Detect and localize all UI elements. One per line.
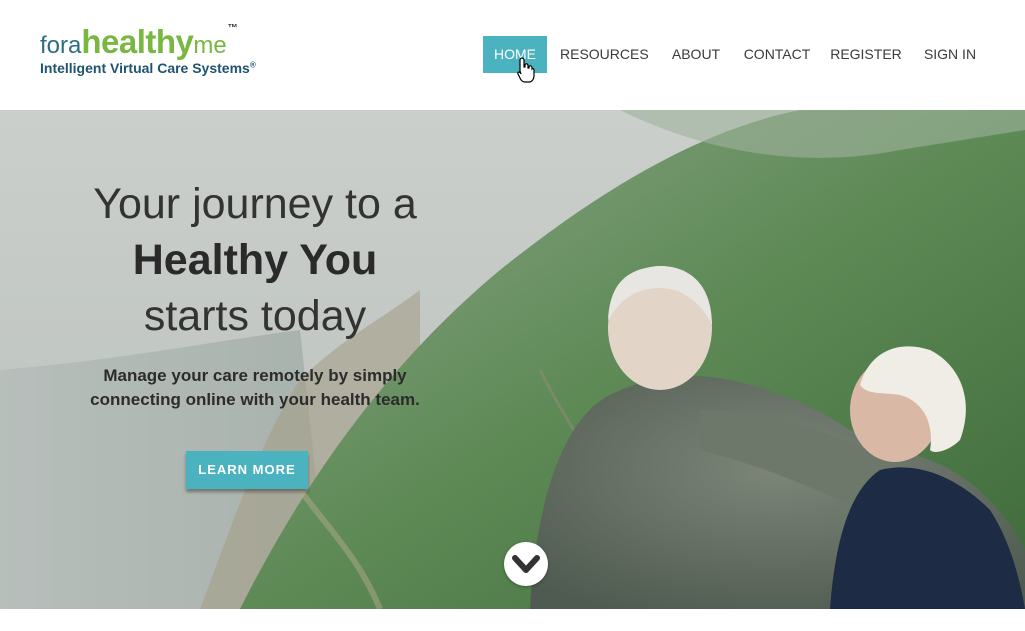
hero-line-1: Your journey to a <box>93 180 417 228</box>
nav-contact[interactable]: CONTACT <box>740 36 814 73</box>
hero-banner: Your journey to a Healthy You starts tod… <box>0 110 1025 609</box>
chevron-down-icon <box>512 555 540 573</box>
nav-register[interactable]: REGISTER <box>830 36 902 73</box>
hero-headline: Your journey to a Healthy You starts tod… <box>60 176 450 412</box>
hero-subtitle-line-1: Manage your care remotely by simply <box>103 366 407 385</box>
hand-cursor-icon <box>517 57 535 83</box>
hero-line-3: starts today <box>143 292 367 340</box>
site-header: for a healthy me ™ Intelligent Virtual Care … <box>0 0 1025 110</box>
nav-resources[interactable]: RESOURCES <box>560 36 649 73</box>
logo-tagline-text: Intelligent Virtual Care Systems <box>40 60 250 76</box>
logo-for: for <box>40 32 69 59</box>
logo-trademark: ™ <box>227 23 238 34</box>
logo-a: a <box>68 32 82 59</box>
hero-line-2: Healthy You <box>132 236 378 284</box>
logo-tagline: Intelligent Virtual Care Systems® <box>40 60 256 76</box>
logo-me: me <box>193 32 227 59</box>
site-logo[interactable]: for a healthy me ™ Intelligent Virtual Care … <box>40 23 256 77</box>
hero-subtitle: Manage your care remotely by simply conn… <box>60 364 450 412</box>
logo-registered: ® <box>249 60 256 70</box>
logo-wordmark: for a healthy me ™ <box>40 23 256 60</box>
nav-home[interactable]: HOME <box>483 36 547 73</box>
nav-about[interactable]: ABOUT <box>668 36 724 73</box>
scroll-down-button[interactable] <box>504 542 548 586</box>
learn-more-button[interactable]: LEARN MORE <box>186 451 308 489</box>
logo-healthy: healthy <box>81 23 194 60</box>
hero-subtitle-line-2: connecting online with your health team. <box>90 390 420 409</box>
page-footer-gap <box>0 609 1025 631</box>
nav-sign-in[interactable]: SIGN IN <box>922 36 978 73</box>
